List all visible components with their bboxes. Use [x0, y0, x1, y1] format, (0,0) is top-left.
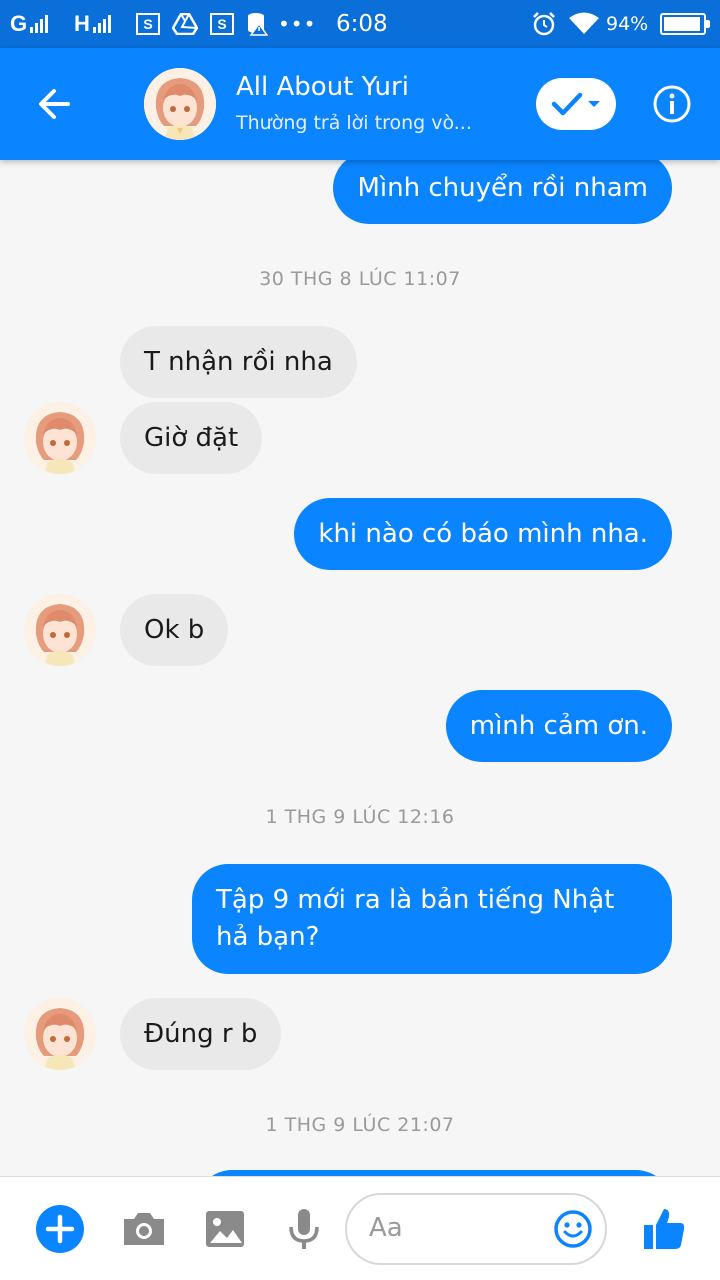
- signal-bars-icon: [92, 15, 111, 33]
- signal-bars-icon: [30, 15, 49, 33]
- conversation-header: All About Yuri Thường trả lời trong vò..…: [0, 48, 720, 160]
- emoji-icon[interactable]: [553, 1209, 593, 1249]
- contact-avatar-small[interactable]: [24, 402, 96, 474]
- battery-icon: [660, 0, 710, 48]
- message-composer: Aa: [0, 1176, 720, 1280]
- message-input-placeholder: Aa: [369, 1213, 403, 1243]
- message-outgoing[interactable]: khi nào có báo mình nha.: [294, 498, 672, 570]
- mark-read-button[interactable]: [536, 78, 616, 130]
- sim-notification-2: S: [210, 0, 234, 48]
- info-icon[interactable]: [652, 84, 692, 124]
- storage-warning-icon: [246, 0, 268, 48]
- wifi-icon: [568, 0, 600, 48]
- contact-avatar-small[interactable]: [24, 594, 96, 666]
- message-outgoing[interactable]: Mình chuyển rồi nham: [333, 152, 672, 224]
- status-bar: G H S S ••• 6:08 94%: [0, 0, 720, 48]
- sim-notification: S: [136, 0, 160, 48]
- like-icon[interactable]: [640, 1205, 688, 1253]
- timestamp-divider: 1 THG 9 LÚC 12:16: [265, 806, 455, 828]
- timestamp-divider: 30 THG 8 LÚC 11:07: [259, 268, 461, 290]
- camera-icon[interactable]: [120, 1205, 168, 1253]
- sim-icon: S: [136, 13, 160, 35]
- response-time-status: Thường trả lời trong vò...: [236, 112, 472, 134]
- message-incoming[interactable]: T nhận rồi nha: [120, 326, 357, 398]
- alarm-icon: [532, 0, 556, 48]
- message-outgoing[interactable]: Tập 9 mới ra là bản tiếng Nhật hả bạn?: [192, 864, 672, 974]
- message-incoming[interactable]: Giờ đặt: [120, 402, 263, 474]
- signal-1: G: [10, 0, 49, 48]
- carrier-1-label: G: [10, 11, 29, 36]
- message-incoming[interactable]: Ok b: [120, 594, 229, 666]
- carrier-2-label: H: [74, 11, 91, 36]
- contact-avatar[interactable]: [144, 68, 216, 140]
- drive-icon: [172, 0, 198, 48]
- checkmark-dropdown-icon: [551, 92, 600, 116]
- conversation-title: All About Yuri: [236, 72, 409, 102]
- sim-icon: S: [210, 13, 234, 35]
- gallery-icon[interactable]: [202, 1205, 250, 1253]
- timestamp-divider: 1 THG 9 LÚC 21:07: [265, 1114, 455, 1136]
- more-notifications-icon: •••: [278, 12, 317, 36]
- plus-icon[interactable]: [36, 1205, 84, 1253]
- clock: 6:08: [336, 11, 388, 37]
- back-arrow-icon[interactable]: [30, 80, 82, 128]
- battery-percent: 94%: [606, 13, 649, 35]
- message-outgoing[interactable]: mình cảm ơn.: [445, 690, 672, 762]
- message-incoming[interactable]: Đúng r b: [120, 998, 282, 1070]
- signal-2: H: [74, 0, 111, 48]
- message-input[interactable]: Aa: [345, 1193, 607, 1265]
- contact-avatar-small[interactable]: [24, 998, 96, 1070]
- microphone-icon[interactable]: [280, 1205, 328, 1253]
